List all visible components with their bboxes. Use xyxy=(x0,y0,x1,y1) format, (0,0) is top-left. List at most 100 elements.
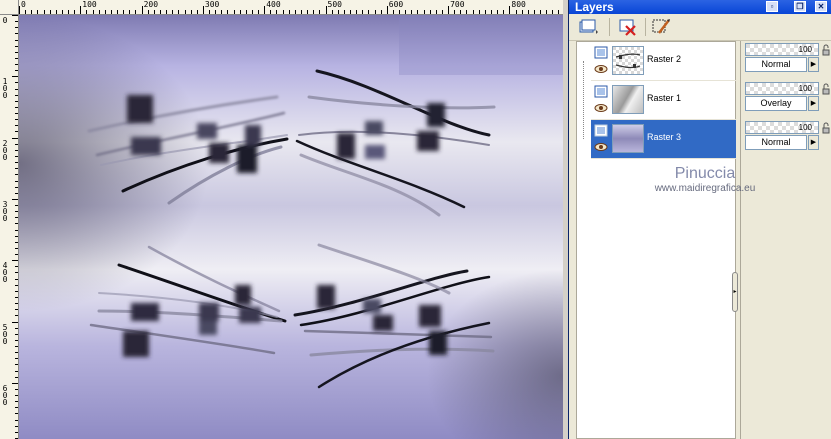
opacity-slider[interactable]: 100 xyxy=(745,121,819,134)
layer-row-raster-2[interactable]: Raster 2 xyxy=(591,42,736,81)
ruler-minor-tick xyxy=(15,352,18,354)
ruler-minor-tick xyxy=(15,272,18,274)
ruler-minor-tick xyxy=(392,10,394,14)
chevron-right-icon[interactable]: ▶ xyxy=(808,57,819,72)
pin-icon[interactable]: ▫ xyxy=(766,1,778,12)
ruler-minor-tick xyxy=(61,10,63,14)
panel-splitter-handle[interactable]: ▸ xyxy=(732,272,738,312)
ruler-major-tick xyxy=(19,6,20,14)
chevron-right-icon[interactable]: ▶ xyxy=(808,96,819,111)
ruler-minor-tick xyxy=(15,143,18,145)
ruler-corner xyxy=(0,0,19,15)
vertical-ruler: 0 1 0 0 2 0 0 3 0 0 4 0 0 5 0 0 6 0 0 xyxy=(0,14,19,439)
ruler-major-tick xyxy=(12,382,18,384)
ruler-minor-tick xyxy=(15,309,18,311)
edit-selection-button[interactable] xyxy=(651,17,673,37)
opacity-slider[interactable]: 100 xyxy=(745,43,819,56)
ruler-minor-tick xyxy=(190,10,192,14)
ruler-minor-tick xyxy=(521,10,523,14)
ruler-minor-tick xyxy=(491,10,492,14)
ruler-minor-tick xyxy=(43,10,45,14)
ruler-label: 5 0 0 xyxy=(2,322,8,346)
ruler-minor-tick xyxy=(258,10,260,14)
ruler-minor-tick xyxy=(15,33,18,35)
ruler-label: 6 0 0 xyxy=(2,383,8,407)
ruler-minor-tick xyxy=(110,10,112,14)
ruler-major-tick xyxy=(386,6,388,14)
raster-layer-icon xyxy=(594,46,608,59)
ruler-minor-tick xyxy=(423,10,425,14)
ruler-minor-tick xyxy=(15,113,18,115)
palette-titlebar[interactable]: Layers ▫ ❐ ✕ xyxy=(569,0,831,14)
ruler-minor-tick xyxy=(15,192,18,194)
ruler-major-tick xyxy=(80,6,82,14)
layer-list[interactable]: Raster 2 Raster 1 Raster 3 xyxy=(576,41,736,439)
ruler-label: 800 xyxy=(511,0,526,9)
ruler-minor-tick xyxy=(15,106,18,108)
image-canvas[interactable] xyxy=(19,15,563,439)
lock-icon[interactable] xyxy=(822,83,830,95)
layer-thumbnail xyxy=(612,46,644,75)
layer-row-raster-1[interactable]: Raster 1 xyxy=(591,81,736,120)
ruler-minor-tick xyxy=(86,10,88,14)
restore-icon[interactable]: ❐ xyxy=(794,1,806,12)
visibility-eye-icon[interactable] xyxy=(594,142,608,152)
ruler-label: 200 xyxy=(143,0,159,9)
ruler-label: 0 xyxy=(21,0,26,9)
ruler-minor-tick xyxy=(276,10,278,14)
horizontal-ruler: 0 100 200 300 400 500 600 700 800 xyxy=(0,0,563,15)
ruler-minor-tick xyxy=(15,155,18,157)
ruler-minor-tick xyxy=(15,315,18,317)
close-icon[interactable]: ✕ xyxy=(815,1,827,12)
ruler-minor-tick xyxy=(15,180,18,182)
ruler-minor-tick xyxy=(300,10,302,14)
visibility-eye-icon[interactable] xyxy=(594,64,608,74)
lock-icon[interactable] xyxy=(822,122,830,134)
chevron-right-icon[interactable]: ▶ xyxy=(808,135,819,150)
ruler-major-tick xyxy=(12,321,18,323)
lock-icon[interactable] xyxy=(822,44,830,56)
ruler-minor-tick xyxy=(552,10,554,14)
ruler-minor-tick xyxy=(49,10,51,14)
layer-row-raster-3[interactable]: Raster 3 xyxy=(591,120,736,159)
ruler-minor-tick xyxy=(15,70,18,72)
ruler-minor-tick xyxy=(515,10,517,14)
ruler-minor-tick xyxy=(15,395,18,397)
raster-layer-icon xyxy=(594,124,608,137)
blend-mode-select[interactable]: Overlay xyxy=(745,96,807,111)
layer-props-raster-3: 100 Normal ▶ xyxy=(745,119,830,155)
new-raster-layer-button[interactable] xyxy=(577,17,599,37)
ruler-minor-tick xyxy=(25,10,27,14)
layers-palette: Layers ▫ ❐ ✕ Raster 2 Raster 1 Raster 3 … xyxy=(568,0,831,439)
ruler-major-tick xyxy=(448,6,450,14)
ruler-major-tick xyxy=(12,137,18,139)
ruler-major-tick xyxy=(12,76,18,78)
ruler-label: 0 xyxy=(2,16,8,25)
visibility-eye-icon[interactable] xyxy=(594,103,608,113)
ruler-minor-tick xyxy=(209,10,211,14)
ruler-major-tick xyxy=(202,6,204,14)
ruler-minor-tick xyxy=(15,303,18,305)
ruler-minor-tick xyxy=(288,10,290,14)
ruler-major-tick xyxy=(509,6,511,14)
ruler-minor-tick xyxy=(331,10,333,14)
ruler-major-tick xyxy=(264,6,266,14)
ruler-minor-tick xyxy=(251,10,253,14)
blend-mode-select[interactable]: Normal xyxy=(745,57,807,72)
ruler-minor-tick xyxy=(159,10,161,14)
ruler-minor-tick xyxy=(98,10,100,14)
delete-layer-button[interactable] xyxy=(617,17,639,37)
ruler-label: 1 0 0 xyxy=(2,77,8,101)
ruler-minor-tick xyxy=(15,174,18,176)
ruler-minor-tick xyxy=(245,10,247,14)
blend-mode-select[interactable]: Normal xyxy=(745,135,807,150)
ruler-minor-tick xyxy=(15,229,18,231)
ruler-major-tick xyxy=(12,198,18,200)
ruler-minor-tick xyxy=(356,10,358,14)
ruler-minor-tick xyxy=(282,10,284,14)
opacity-slider[interactable]: 100 xyxy=(745,82,819,95)
ruler-minor-tick xyxy=(215,10,217,14)
ruler-minor-tick xyxy=(15,358,18,360)
ruler-minor-tick xyxy=(15,290,18,292)
ruler-minor-tick xyxy=(15,186,18,188)
